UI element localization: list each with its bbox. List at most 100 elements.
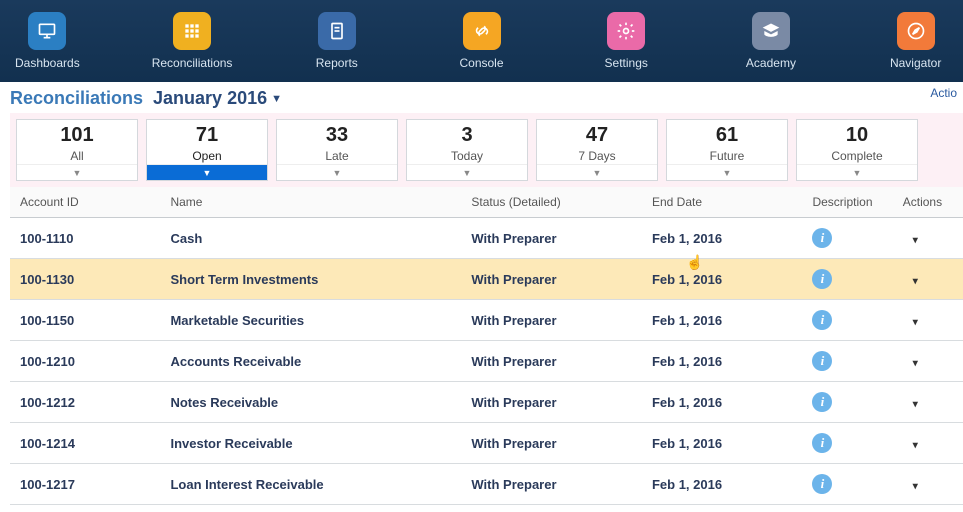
row-actions-menu[interactable]: ▾ — [903, 477, 928, 496]
cell-end-date: Feb 1, 2016 — [642, 464, 803, 505]
info-icon[interactable]: i — [812, 433, 832, 453]
caret-down-icon: ▼ — [271, 93, 282, 105]
col-account-id[interactable]: Account ID — [10, 187, 160, 218]
row-actions-menu[interactable]: ▾ — [903, 395, 928, 414]
filter-cards: 101 All ▼ 71 Open ▼ 33 Late ▼ 3 Today ▼ — [10, 113, 963, 187]
table-row[interactable]: 100-1217Loan Interest ReceivableWith Pre… — [10, 464, 963, 505]
col-name[interactable]: Name — [160, 187, 461, 218]
cell-end-date: Feb 1, 2016 — [642, 423, 803, 464]
cell-account-id: 100-1210 — [10, 341, 160, 382]
info-icon[interactable]: i — [812, 310, 832, 330]
navigator-icon — [897, 12, 935, 50]
card-late[interactable]: 33 Late ▼ — [276, 119, 398, 181]
cell-account-id: 100-1130 — [10, 259, 160, 300]
table-row[interactable]: 100-1214Investor ReceivableWith Preparer… — [10, 423, 963, 464]
nav-settings[interactable]: Settings — [579, 12, 674, 70]
cell-status: With Preparer — [461, 341, 642, 382]
cell-end-date: Feb 1, 2016 — [642, 382, 803, 423]
cell-name: Accounts Receivable — [160, 341, 461, 382]
card-future[interactable]: 61 Future ▼ — [666, 119, 788, 181]
cell-status: With Preparer — [461, 423, 642, 464]
cell-status: With Preparer — [461, 300, 642, 341]
nav-label: Academy — [746, 56, 796, 70]
cell-name: Cash — [160, 218, 461, 259]
card-label: Open — [147, 149, 267, 163]
row-actions-menu[interactable]: ▾ — [903, 436, 928, 455]
table-row[interactable]: 100-1210Accounts ReceivableWith Preparer… — [10, 341, 963, 382]
card-7days[interactable]: 47 7 Days ▼ — [536, 119, 658, 181]
nav-dashboards[interactable]: Dashboards — [0, 12, 95, 70]
cell-status: With Preparer — [461, 259, 642, 300]
cell-name: Notes Receivable — [160, 382, 461, 423]
period-selector[interactable]: January 2016 ▼ — [153, 88, 282, 109]
nav-label: Settings — [605, 56, 648, 70]
col-description[interactable]: Description — [802, 187, 892, 218]
reports-icon — [318, 12, 356, 50]
row-actions-menu[interactable]: ▾ — [903, 231, 928, 250]
cell-name: Marketable Securities — [160, 300, 461, 341]
nav-label: Reconciliations — [152, 56, 233, 70]
info-icon[interactable]: i — [812, 474, 832, 494]
card-count: 3 — [407, 124, 527, 147]
card-label: Today — [407, 149, 527, 163]
cell-end-date: Feb 1, 2016 — [642, 300, 803, 341]
page-body: Actio Reconciliations January 2016 ▼ 101… — [0, 82, 963, 505]
cell-end-date: Feb 1, 2016 — [642, 341, 803, 382]
cell-end-date: Feb 1, 2016 — [642, 218, 803, 259]
cell-account-id: 100-1217 — [10, 464, 160, 505]
top-nav: Dashboards Reconciliations Reports Conso… — [0, 0, 963, 82]
card-count: 71 — [147, 124, 267, 147]
nav-navigator[interactable]: Navigator — [868, 12, 963, 70]
info-icon[interactable]: i — [812, 269, 832, 289]
dashboards-icon — [28, 12, 66, 50]
period-label: January 2016 — [153, 88, 267, 109]
card-complete[interactable]: 10 Complete ▼ — [796, 119, 918, 181]
card-open[interactable]: 71 Open ▼ — [146, 119, 268, 181]
info-icon[interactable]: i — [812, 351, 832, 371]
reconciliations-table: Account ID Name Status (Detailed) End Da… — [10, 187, 963, 505]
card-label: Complete — [797, 149, 917, 163]
reconciliations-icon — [173, 12, 211, 50]
card-today[interactable]: 3 Today ▼ — [406, 119, 528, 181]
nav-academy[interactable]: Academy — [724, 12, 819, 70]
col-end-date[interactable]: End Date — [642, 187, 803, 218]
cell-name: Investor Receivable — [160, 423, 461, 464]
nav-console[interactable]: Console — [434, 12, 529, 70]
actions-link[interactable]: Actio — [930, 86, 957, 100]
nav-label: Dashboards — [15, 56, 80, 70]
nav-reports[interactable]: Reports — [289, 12, 384, 70]
cell-account-id: 100-1110 — [10, 218, 160, 259]
cell-account-id: 100-1214 — [10, 423, 160, 464]
cell-account-id: 100-1150 — [10, 300, 160, 341]
nav-label: Navigator — [890, 56, 941, 70]
row-actions-menu[interactable]: ▾ — [903, 354, 928, 373]
card-label: Late — [277, 149, 397, 163]
card-all[interactable]: 101 All ▼ — [16, 119, 138, 181]
table-row[interactable]: 100-1110CashWith PreparerFeb 1, 2016i▾ — [10, 218, 963, 259]
nav-label: Console — [459, 56, 503, 70]
info-icon[interactable]: i — [812, 392, 832, 412]
nav-label: Reports — [316, 56, 358, 70]
row-actions-menu[interactable]: ▾ — [903, 272, 928, 291]
chevron-down-icon: ▼ — [73, 168, 82, 178]
info-icon[interactable]: i — [812, 228, 832, 248]
row-actions-menu[interactable]: ▾ — [903, 313, 928, 332]
chevron-down-icon: ▼ — [593, 168, 602, 178]
nav-reconciliations[interactable]: Reconciliations — [145, 12, 240, 70]
chevron-down-icon: ▼ — [853, 168, 862, 178]
col-status[interactable]: Status (Detailed) — [461, 187, 642, 218]
table-row[interactable]: 100-1212Notes ReceivableWith PreparerFeb… — [10, 382, 963, 423]
table-row[interactable]: 100-1150Marketable SecuritiesWith Prepar… — [10, 300, 963, 341]
cell-status: With Preparer — [461, 382, 642, 423]
chevron-down-icon: ▼ — [463, 168, 472, 178]
card-count: 33 — [277, 124, 397, 147]
card-label: All — [17, 149, 137, 163]
academy-icon — [752, 12, 790, 50]
card-count: 61 — [667, 124, 787, 147]
page-header: Reconciliations January 2016 ▼ — [10, 88, 963, 113]
table-row[interactable]: 100-1130Short Term InvestmentsWith Prepa… — [10, 259, 963, 300]
col-actions[interactable]: Actions — [893, 187, 963, 218]
page-title: Reconciliations — [10, 88, 143, 109]
card-count: 47 — [537, 124, 657, 147]
card-label: 7 Days — [537, 149, 657, 163]
